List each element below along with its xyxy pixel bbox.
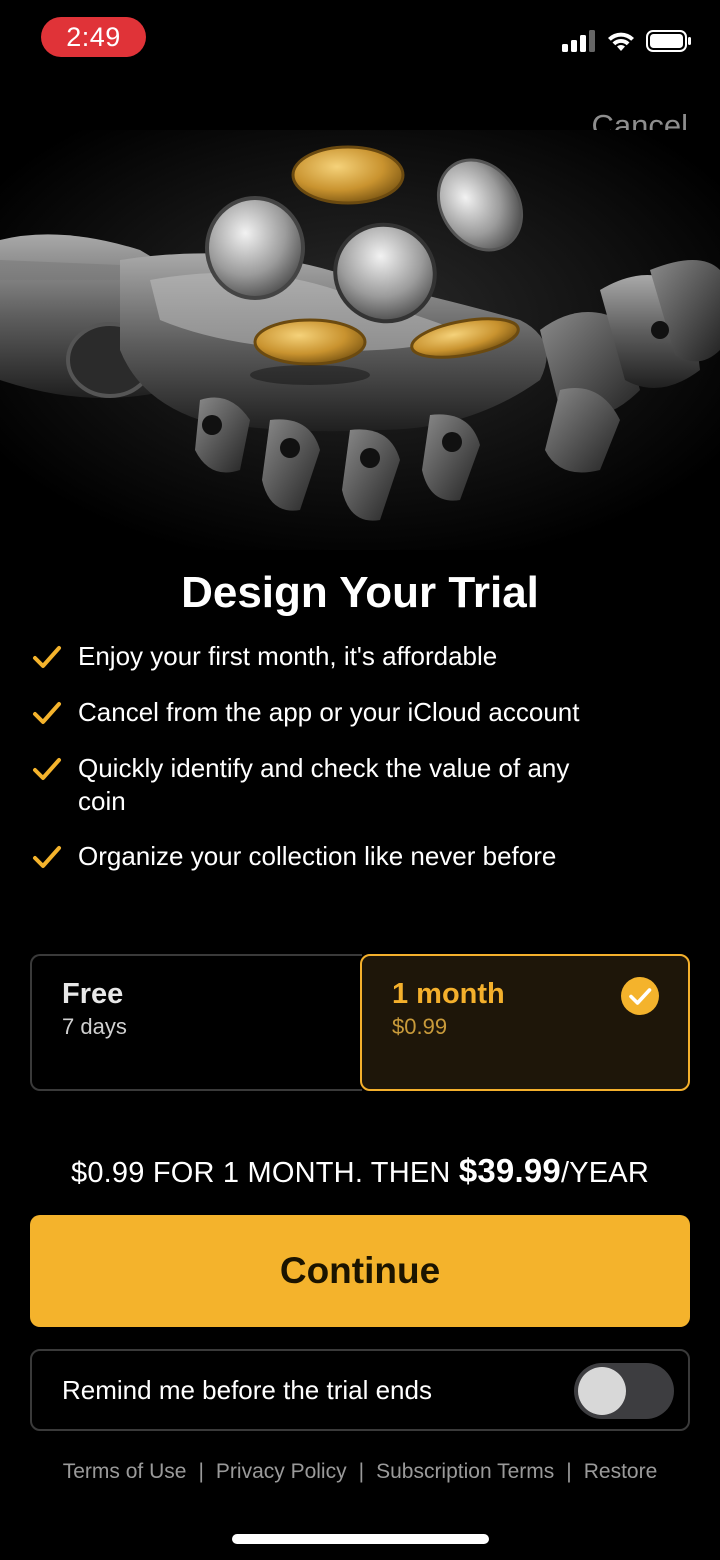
selected-check-icon xyxy=(621,977,659,1015)
feature-text: Enjoy your first month, it's affordable xyxy=(78,641,498,671)
plan-name: Free xyxy=(62,978,124,1010)
plan-option-1-month[interactable]: 1 month $0.99 xyxy=(360,954,690,1091)
feature-item: Cancel from the app or your iCloud accou… xyxy=(30,696,680,730)
checkmark-icon xyxy=(33,758,61,780)
wifi-icon xyxy=(608,32,634,51)
price-summary: $0.99 FOR 1 MONTH. THEN $39.99/YEAR xyxy=(0,1152,720,1190)
page-title: Design Your Trial xyxy=(181,568,539,617)
checkmark-icon xyxy=(33,702,61,724)
reminder-label: Remind me before the trial ends xyxy=(62,1375,432,1405)
feature-list: Enjoy your first month, it's affordable … xyxy=(30,640,680,896)
price-prefix: $0.99 FOR 1 MONTH. THEN xyxy=(71,1157,459,1189)
feature-item: Quickly identify and check the value of … xyxy=(30,752,680,818)
restore-link[interactable]: Restore xyxy=(584,1460,658,1484)
feature-item: Enjoy your first month, it's affordable xyxy=(30,640,680,674)
plan-detail: 7 days xyxy=(62,1014,127,1039)
plan-option-free[interactable]: Free 7 days xyxy=(30,954,362,1091)
privacy-policy-link[interactable]: Privacy Policy xyxy=(216,1460,347,1484)
continue-button[interactable]: Continue xyxy=(30,1215,690,1327)
status-icons xyxy=(562,30,692,52)
price-suffix: /YEAR xyxy=(560,1157,649,1189)
home-indicator xyxy=(232,1534,489,1544)
subscription-terms-link[interactable]: Subscription Terms xyxy=(376,1460,554,1484)
plan-name: 1 month xyxy=(392,978,505,1010)
terms-of-use-link[interactable]: Terms of Use xyxy=(63,1460,187,1484)
feature-item: Organize your collection like never befo… xyxy=(30,840,680,874)
feature-text: Cancel from the app or your iCloud accou… xyxy=(78,697,580,727)
reminder-toggle[interactable] xyxy=(574,1363,674,1419)
reminder-row: Remind me before the trial ends xyxy=(30,1349,690,1431)
footer-separator: | xyxy=(566,1460,572,1483)
footer-separator: | xyxy=(358,1460,365,1483)
signal-icon xyxy=(562,30,595,52)
price-amount: $39.99 xyxy=(458,1152,561,1189)
plan-selector: Free 7 days 1 month $0.99 xyxy=(30,954,690,1095)
hero-illustration xyxy=(0,130,720,550)
feature-text: Quickly identify and check the value of … xyxy=(78,753,570,816)
checkmark-icon xyxy=(33,646,61,668)
checkmark-icon xyxy=(33,846,61,868)
battery-icon xyxy=(646,30,691,52)
plan-detail: $0.99 xyxy=(392,1014,448,1039)
toggle-knob xyxy=(578,1367,626,1415)
footer-links: Terms of Use | Privacy Policy | Subscrip… xyxy=(0,1460,720,1484)
feature-text: Organize your collection like never befo… xyxy=(78,841,557,871)
footer-separator: | xyxy=(198,1460,204,1483)
status-time: 2:49 xyxy=(41,17,146,57)
